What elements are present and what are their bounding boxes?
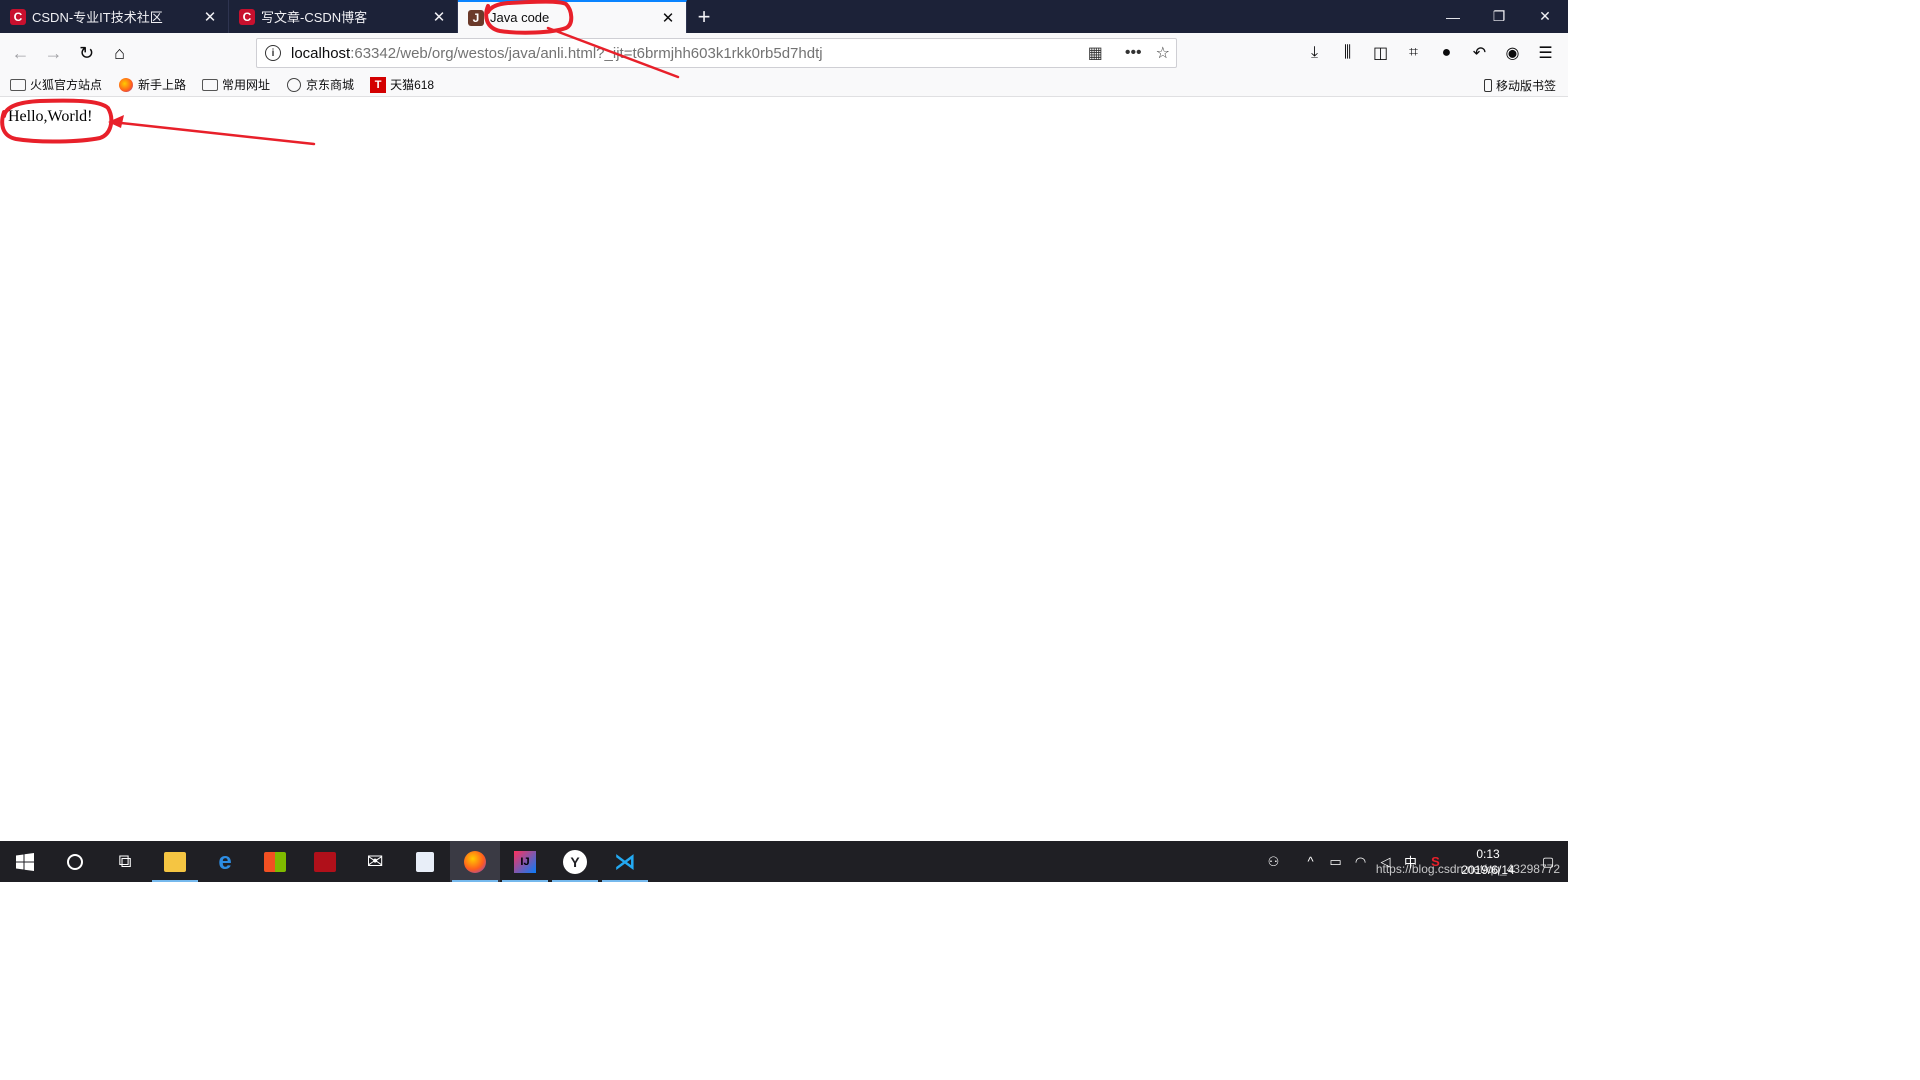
vscode-icon: ⋊	[614, 848, 636, 874]
screenshot-crop-icon[interactable]: ⌗	[1397, 37, 1430, 69]
bookmark-item[interactable]: 京东商城	[276, 74, 360, 96]
tab-title: Java code	[490, 10, 550, 25]
folder-icon	[202, 78, 219, 92]
taskbar-mail[interactable]: ✉	[350, 841, 400, 882]
document-icon	[416, 851, 434, 872]
windows-taskbar: ⧉ e ✉ IJ Y ⋊ ⚇ ^ ▭ ◠ ◁ 中 S 0:13 2019/6/1…	[0, 841, 1568, 882]
qr-code-icon[interactable]: ▦	[1088, 43, 1103, 63]
window-controls: — ❐ ✕	[1430, 0, 1568, 33]
task-view-button[interactable]: ⧉	[100, 841, 150, 882]
close-tab-icon[interactable]: ✕	[660, 10, 676, 27]
site-info-icon[interactable]: i	[265, 45, 281, 61]
close-window-button[interactable]: ✕	[1522, 0, 1568, 33]
bookmark-item[interactable]: 常用网址	[192, 74, 276, 96]
browser-window: C CSDN-专业IT技术社区 ✕ C 写文章-CSDN博客 ✕ J Java …	[0, 0, 1568, 882]
clock-time: 0:13	[1476, 846, 1500, 861]
taskbar-edge[interactable]: e	[200, 841, 250, 882]
url-bar[interactable]: i localhost :63342/web/org/westos/java/a…	[256, 38, 1177, 68]
bookmark-item[interactable]: 火狐官方站点	[0, 74, 108, 96]
tab-java-code[interactable]: J Java code ✕	[458, 0, 687, 33]
intellij-favicon-icon: J	[468, 9, 484, 26]
taskbar-store[interactable]	[250, 841, 300, 882]
red-app-icon	[314, 851, 336, 872]
tab-csdn-home[interactable]: C CSDN-专业IT技术社区 ✕	[0, 0, 229, 33]
task-view-icon: ⧉	[118, 851, 132, 871]
url-host: localhost	[291, 44, 351, 62]
menu-icon[interactable]: ☰	[1529, 37, 1562, 69]
back-button[interactable]: ←	[4, 37, 37, 69]
home-button[interactable]: ⌂	[103, 37, 136, 69]
taskbar-app-red[interactable]	[300, 841, 350, 882]
tab-title: CSDN-专业IT技术社区	[32, 10, 163, 25]
toolbar-right: ⤓ ⫼ ◫ ⌗ ● ↶ ◉ ☰	[1298, 37, 1562, 69]
phone-icon	[1483, 78, 1492, 92]
sidebar-icon[interactable]: ◫	[1364, 37, 1397, 69]
bookmark-item[interactable]: T 天猫618	[360, 74, 440, 96]
tab-csdn-write[interactable]: C 写文章-CSDN博客 ✕	[229, 0, 458, 33]
y-app-icon: Y	[563, 849, 587, 874]
windows-logo-icon	[16, 852, 34, 871]
edge-icon: e	[218, 847, 232, 875]
bookmark-label: 新手上路	[138, 78, 187, 92]
restore-button[interactable]: ❐	[1476, 0, 1522, 33]
taskbar-firefox[interactable]	[450, 841, 500, 882]
people-icon[interactable]: ⚇	[1261, 854, 1286, 870]
battery-icon[interactable]: ▭	[1323, 854, 1348, 870]
undo-arrow-icon[interactable]: ↶	[1463, 37, 1496, 69]
tmall-icon: T	[370, 76, 387, 93]
forward-button[interactable]: →	[37, 37, 70, 69]
chat-bubble-icon[interactable]: ●	[1430, 37, 1463, 69]
wifi-icon[interactable]: ◠	[1348, 854, 1373, 870]
bookmark-label: 火狐官方站点	[30, 78, 103, 92]
watermark: https://blog.csdn.net/qq_43298772	[1375, 862, 1560, 876]
cortana-circle-icon	[67, 853, 83, 870]
bookmarks-toolbar: 火狐官方站点 新手上路 常用网址 京东商城 T 天猫618 移动版书签	[0, 73, 1568, 97]
globe-icon	[286, 77, 302, 92]
downloads-icon[interactable]: ⤓	[1298, 37, 1331, 69]
minimize-button[interactable]: —	[1430, 0, 1476, 33]
folder-icon	[10, 78, 26, 92]
navigation-toolbar: ← → ↻ ⌂ i localhost :63342/web/org/westo…	[0, 33, 1568, 73]
bookmark-star-icon[interactable]: ☆	[1156, 43, 1170, 63]
file-explorer-icon	[164, 851, 186, 872]
bookmark-item[interactable]: 新手上路	[108, 74, 192, 96]
tab-strip: C CSDN-专业IT技术社区 ✕ C 写文章-CSDN博客 ✕ J Java …	[0, 0, 1568, 33]
csdn-favicon-icon: C	[10, 8, 26, 25]
bookmark-label: 京东商城	[306, 78, 355, 92]
library-icon[interactable]: ⫼	[1331, 37, 1364, 69]
page-actions-icon[interactable]: •••	[1125, 44, 1142, 62]
page-content: Hello,World!	[0, 98, 1568, 841]
search-button[interactable]	[50, 841, 100, 882]
close-tab-icon[interactable]: ✕	[202, 9, 218, 26]
show-hidden-icons-chevron-icon[interactable]: ^	[1298, 854, 1323, 869]
reload-button[interactable]: ↻	[70, 37, 103, 69]
start-button[interactable]	[0, 841, 50, 882]
mobile-bookmarks[interactable]: 移动版书签	[1483, 73, 1556, 97]
taskbar-vscode[interactable]: ⋊	[600, 841, 650, 882]
taskbar-intellij[interactable]: IJ	[500, 841, 550, 882]
tab-title: 写文章-CSDN博客	[261, 10, 368, 25]
bookmark-label: 常用网址	[222, 78, 271, 92]
intellij-icon: IJ	[514, 850, 536, 873]
url-path: :63342/web/org/westos/java/anli.html?_ij…	[350, 44, 823, 62]
csdn-favicon-icon: C	[239, 8, 255, 25]
firefox-icon	[464, 850, 486, 873]
mobile-bookmarks-label: 移动版书签	[1495, 78, 1556, 93]
account-icon[interactable]: ◉	[1496, 37, 1529, 69]
hello-world-text: Hello,World!	[8, 108, 93, 125]
taskbar-file-explorer[interactable]	[150, 841, 200, 882]
bookmark-label: 天猫618	[390, 78, 435, 92]
close-tab-icon[interactable]: ✕	[431, 9, 447, 26]
new-tab-button[interactable]: +	[687, 0, 721, 33]
taskbar-app-y[interactable]: Y	[550, 841, 600, 882]
taskbar-document[interactable]	[400, 841, 450, 882]
mail-icon: ✉	[366, 851, 384, 873]
firefox-icon	[118, 77, 134, 92]
store-icon	[264, 851, 286, 872]
